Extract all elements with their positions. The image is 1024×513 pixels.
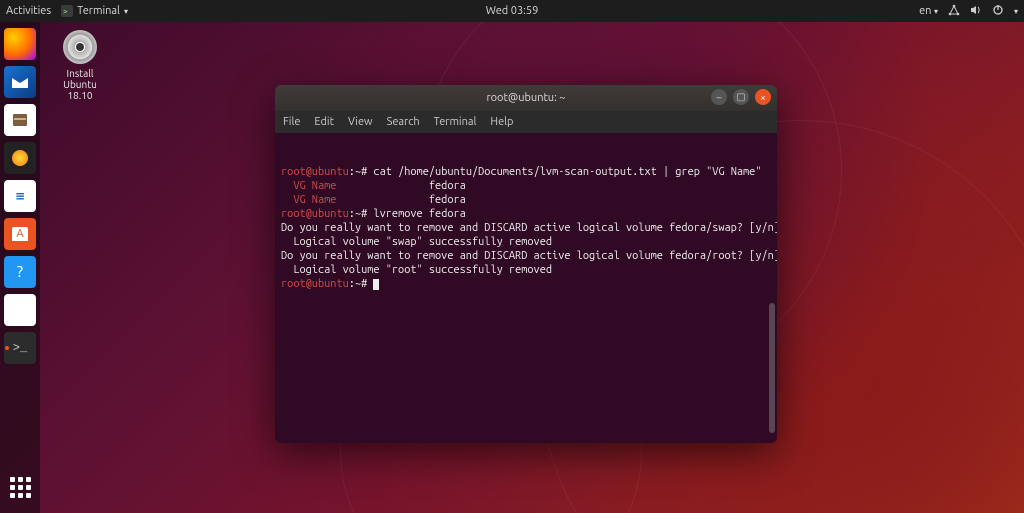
app-menu-label: Terminal bbox=[77, 5, 120, 17]
terminal-line: Logical volume "swap" successfully remov… bbox=[281, 235, 771, 249]
chevron-down-icon: ▾ bbox=[1014, 7, 1018, 16]
app-menu[interactable]: > Terminal ▾ bbox=[61, 5, 128, 17]
close-button[interactable]: × bbox=[755, 89, 771, 105]
terminal-line: VG Name fedora bbox=[281, 179, 771, 193]
terminal-window[interactable]: root@ubuntu: ~ – ▢ × File Edit View Sear… bbox=[275, 85, 777, 443]
terminal-line: Do you really want to remove and DISCARD… bbox=[281, 249, 771, 263]
terminal-line: root@ubuntu:~# bbox=[281, 277, 771, 291]
dock-app-firefox[interactable] bbox=[4, 28, 36, 60]
terminal-body[interactable]: root@ubuntu:~# cat /home/ubuntu/Document… bbox=[275, 133, 777, 443]
document-icon: ≡ bbox=[15, 189, 25, 203]
dock-app-files[interactable] bbox=[4, 104, 36, 136]
terminal-indicator-icon: > bbox=[61, 5, 73, 17]
dock-app-libreoffice-writer[interactable]: ≡ bbox=[4, 180, 36, 212]
terminal-line: root@ubuntu:~# lvremove fedora bbox=[281, 207, 771, 221]
dock-app-help[interactable]: ? bbox=[4, 256, 36, 288]
shopping-bag-icon: A bbox=[12, 227, 28, 241]
input-source-indicator[interactable]: en ▾ bbox=[919, 5, 938, 17]
show-applications-button[interactable] bbox=[4, 471, 36, 503]
terminal-cursor bbox=[373, 279, 379, 290]
top-panel: Activities > Terminal ▾ Wed 03:59 en ▾ ▾ bbox=[0, 0, 1024, 22]
minimize-button[interactable]: – bbox=[711, 89, 727, 105]
menu-help[interactable]: Help bbox=[490, 116, 513, 128]
menu-view[interactable]: View bbox=[348, 116, 373, 128]
terminal-line: Do you really want to remove and DISCARD… bbox=[281, 221, 771, 235]
clock[interactable]: Wed 03:59 bbox=[486, 5, 539, 17]
dock-app-amazon[interactable]: a bbox=[4, 294, 36, 326]
desktop-icon-label: Install Ubuntu 18.10 bbox=[50, 68, 110, 101]
dock: ≡ A ? a >_ bbox=[0, 22, 40, 513]
network-icon[interactable] bbox=[948, 4, 960, 19]
menu-terminal[interactable]: Terminal bbox=[434, 116, 477, 128]
cd-icon bbox=[63, 30, 97, 64]
terminal-line: root@ubuntu:~# cat /home/ubuntu/Document… bbox=[281, 165, 771, 179]
terminal-line: Logical volume "root" successfully remov… bbox=[281, 263, 771, 277]
svg-text:>: > bbox=[63, 7, 68, 16]
menu-file[interactable]: File bbox=[283, 116, 300, 128]
window-titlebar[interactable]: root@ubuntu: ~ – ▢ × bbox=[275, 85, 777, 111]
menu-bar: File Edit View Search Terminal Help bbox=[275, 111, 777, 133]
menu-edit[interactable]: Edit bbox=[314, 116, 334, 128]
chevron-down-icon: ▾ bbox=[934, 7, 938, 16]
dock-app-ubuntu-software[interactable]: A bbox=[4, 218, 36, 250]
dock-app-rhythmbox[interactable] bbox=[4, 142, 36, 174]
window-title: root@ubuntu: ~ bbox=[486, 92, 565, 104]
desktop-icon-install-ubuntu[interactable]: Install Ubuntu 18.10 bbox=[50, 30, 110, 101]
power-icon[interactable] bbox=[992, 4, 1004, 19]
terminal-line: VG Name fedora bbox=[281, 193, 771, 207]
dock-app-terminal[interactable]: >_ bbox=[4, 332, 36, 364]
volume-icon[interactable] bbox=[970, 4, 982, 19]
chevron-down-icon: ▾ bbox=[124, 7, 128, 16]
activities-button[interactable]: Activities bbox=[6, 5, 51, 17]
maximize-button[interactable]: ▢ bbox=[733, 89, 749, 105]
menu-search[interactable]: Search bbox=[387, 116, 420, 128]
terminal-icon: >_ bbox=[13, 341, 27, 355]
speaker-icon bbox=[12, 150, 28, 166]
scrollbar-thumb[interactable] bbox=[769, 303, 775, 433]
dock-app-thunderbird[interactable] bbox=[4, 66, 36, 98]
